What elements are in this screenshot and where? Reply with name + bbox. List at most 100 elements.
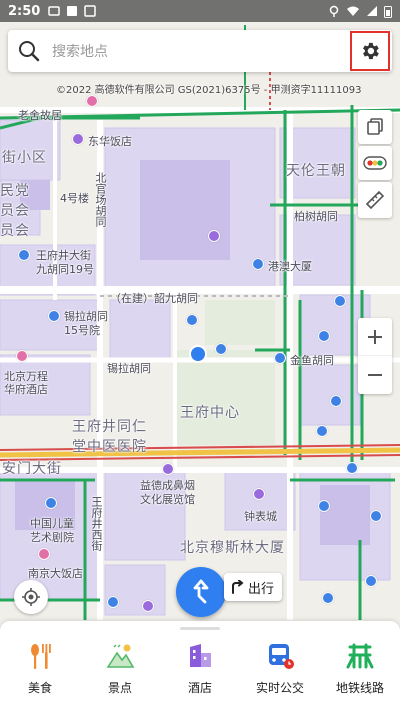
poi-marker[interactable] <box>18 249 30 261</box>
poi-marker[interactable] <box>72 133 84 145</box>
poi-marker[interactable] <box>38 548 50 560</box>
wifi-icon <box>347 6 359 16</box>
settings-button[interactable] <box>350 31 390 71</box>
category-label: 地铁线路 <box>335 681 384 695</box>
gear-icon <box>363 42 379 60</box>
poi-marker[interactable] <box>45 497 57 509</box>
map-label: 港澳大厦 <box>268 260 312 273</box>
scenic-icon <box>105 641 135 671</box>
poi-marker[interactable] <box>107 596 119 608</box>
category-bus[interactable]: 实时公交 <box>245 641 315 711</box>
map-label: 锡拉胡同 <box>107 362 151 375</box>
locate-button[interactable] <box>14 580 48 614</box>
poi-marker[interactable] <box>322 592 334 604</box>
status-time: 2:50 <box>8 3 41 19</box>
plus-icon <box>368 329 382 344</box>
map-label: 王府中心 <box>180 405 240 421</box>
poi-marker[interactable] <box>86 95 98 107</box>
gallery-icon <box>67 6 78 16</box>
map-label: 民党 <box>0 183 30 199</box>
poi-marker[interactable] <box>252 258 264 270</box>
map-label: 北京穆斯林大厦 <box>180 540 285 556</box>
map-label: 15号院 <box>64 324 100 337</box>
layers-button[interactable] <box>358 110 392 144</box>
poi-marker[interactable] <box>16 350 28 362</box>
map-label: 街小区 <box>2 150 47 166</box>
poi-marker[interactable] <box>215 343 227 355</box>
map-label: 员会 <box>0 203 30 219</box>
notification-icon <box>84 5 97 17</box>
notification-icon <box>48 6 61 16</box>
bottom-category-panel: 美食 景点 酒店 实时公交 地铁线路 <box>0 621 400 711</box>
category-label: 美食 <box>27 681 52 695</box>
hotel-icon <box>185 641 215 671</box>
map-copyright: ©2022 高德软件有限公司 GS(2021)6375号 - 甲测资字11111… <box>56 85 362 96</box>
map-label: 安门大街 <box>2 461 62 477</box>
subway-icon <box>345 641 375 671</box>
traffic-toggle-button[interactable] <box>358 146 392 180</box>
layers-icon <box>367 118 383 135</box>
poi-marker[interactable] <box>316 425 328 437</box>
map-label: 东华饭店 <box>88 135 132 148</box>
poi-marker[interactable] <box>253 488 265 500</box>
poi-marker[interactable] <box>346 462 358 474</box>
traffic-light-icon <box>363 156 387 170</box>
search-bar[interactable]: 搜索地点 <box>8 30 392 72</box>
poi-marker[interactable] <box>186 314 198 326</box>
map-label: 钟表城 <box>244 510 277 523</box>
poi-marker[interactable] <box>162 463 174 475</box>
category-label: 景点 <box>107 681 132 695</box>
drag-handle[interactable] <box>180 627 220 630</box>
location-icon <box>329 5 339 17</box>
map-label: 老舍故居 <box>18 109 62 122</box>
crosshair-icon <box>22 588 40 606</box>
minus-icon <box>368 374 382 376</box>
map-label: 南京大饭店 <box>28 567 83 580</box>
go-button[interactable]: 出行 <box>224 573 283 601</box>
poi-marker[interactable] <box>334 295 346 307</box>
map-label: 王府井同仁 <box>72 419 147 435</box>
search-icon <box>19 41 40 62</box>
map-label: 金鱼胡同 <box>290 354 334 367</box>
category-scenic[interactable]: 景点 <box>85 641 155 711</box>
poi-marker[interactable] <box>318 500 330 512</box>
map-label: 4号楼 <box>60 192 89 205</box>
route-button[interactable] <box>176 567 226 617</box>
poi-marker[interactable] <box>142 600 154 612</box>
map-label: 员会 <box>0 223 30 239</box>
map-label: 王府井西街 <box>90 496 103 551</box>
map-label: 艺术剧院 <box>30 531 74 544</box>
zoom-in-button[interactable] <box>358 318 392 356</box>
signal-icon <box>367 6 377 16</box>
map-label: （在建）韶九胡同 <box>110 292 198 305</box>
category-hotel[interactable]: 酒店 <box>165 641 235 711</box>
bus-icon <box>265 641 295 671</box>
poi-marker[interactable] <box>330 395 342 407</box>
zoom-controls <box>358 318 392 394</box>
poi-marker[interactable] <box>208 230 220 242</box>
category-subway[interactable]: 地铁线路 <box>325 641 395 711</box>
go-button-label: 出行 <box>248 581 275 597</box>
poi-marker[interactable] <box>274 352 286 364</box>
turn-arrow-icon <box>232 580 244 594</box>
search-input[interactable]: 搜索地点 <box>52 41 350 61</box>
poi-marker[interactable] <box>370 510 382 522</box>
poi-marker[interactable] <box>365 575 377 587</box>
map-label: 堂中医医院 <box>72 439 147 455</box>
ruler-button[interactable] <box>358 182 392 218</box>
status-bar: 2:50 <box>0 0 400 22</box>
route-arrow-icon <box>193 579 209 604</box>
category-food[interactable]: 美食 <box>5 641 75 711</box>
battery-icon <box>384 5 392 18</box>
map-label: 天伦王朝 <box>286 163 346 179</box>
map-label: 华府酒店 <box>4 383 48 396</box>
status-system-icons <box>328 5 392 18</box>
category-label: 实时公交 <box>255 681 304 695</box>
poi-marker[interactable] <box>48 310 60 322</box>
map-label: 九胡同19号 <box>36 263 94 276</box>
poi-marker[interactable] <box>318 330 330 342</box>
category-label: 酒店 <box>187 681 212 695</box>
zoom-out-button[interactable] <box>358 356 392 394</box>
status-notification-icons <box>48 5 97 17</box>
food-icon <box>25 641 55 671</box>
